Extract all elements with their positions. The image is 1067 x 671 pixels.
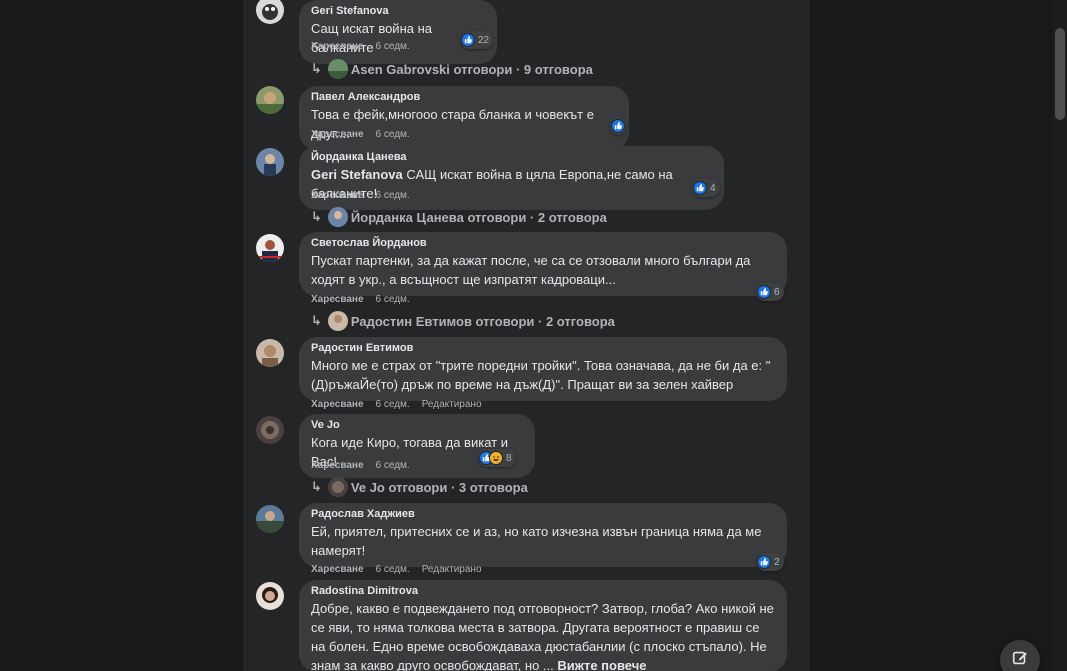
edited-label: Редактирано: [421, 564, 482, 575]
comment-meta: Харесване 6 седм.: [311, 41, 422, 52]
reactions-badge[interactable]: 22: [460, 31, 494, 49]
like-button[interactable]: Харесване: [311, 564, 364, 575]
comment-bubble: Radostina Dimitrova Добре, какво е подве…: [299, 580, 787, 671]
reply-avatar: [327, 477, 348, 497]
comment-author[interactable]: Йорданка Цанева: [311, 150, 712, 165]
like-button[interactable]: Харесване: [311, 399, 364, 410]
avatar[interactable]: [256, 505, 284, 533]
like-reaction-icon: [757, 285, 771, 299]
reply-arrow-icon: ↳: [311, 61, 322, 76]
reply-arrow-icon: ↳: [311, 209, 322, 224]
avatar[interactable]: [256, 582, 284, 610]
comment-meta: Харесване 6 седм.: [311, 294, 422, 305]
timestamp[interactable]: 6 седм.: [376, 41, 410, 52]
comment-bubble: Павел Александров Това е фейк,многооо ст…: [299, 86, 629, 150]
avatar[interactable]: [256, 234, 284, 262]
like-reaction-icon: [611, 119, 625, 133]
replies-link[interactable]: ↳ Йорданка Цанева отговори · 2 отговора: [311, 207, 607, 227]
replies-link[interactable]: ↳ Ve Jo отговори · 3 отговора: [311, 477, 528, 497]
comment-bubble: Светослав Йорданов Пускат партенки, за д…: [299, 232, 787, 296]
reactions-badge[interactable]: 6: [756, 283, 784, 301]
like-reaction-icon: [757, 555, 771, 569]
comment-text: Ей, приятел, притесних се и аз, но като …: [311, 524, 762, 558]
reply-avatar: [327, 59, 348, 79]
reaction-count: 6: [774, 286, 780, 298]
reaction-count: 4: [710, 182, 716, 194]
comment-author[interactable]: Светослав Йорданов: [311, 236, 775, 251]
comment-meta: Харесване 6 седм. Редактирано: [311, 399, 482, 410]
reactions-badge[interactable]: 4: [692, 179, 720, 197]
avatar[interactable]: [256, 416, 284, 444]
timestamp[interactable]: 6 седм.: [376, 399, 410, 410]
comment-author[interactable]: Radostina Dimitrova: [311, 584, 775, 599]
new-message-button[interactable]: [1000, 640, 1040, 671]
replies-link[interactable]: ↳ Радостин Евтимов отговори · 2 отговора: [311, 311, 615, 331]
replies-label: Asen Gabrovski отговори · 9 отговора: [350, 61, 593, 77]
reactions-badge[interactable]: [610, 117, 626, 135]
timestamp[interactable]: 6 седм.: [376, 564, 410, 575]
like-reaction-icon: [693, 181, 707, 195]
like-button[interactable]: Харесване: [311, 129, 364, 140]
comment-meta: Харесване 6 седм.: [311, 129, 422, 140]
see-more-link[interactable]: Вижте повече: [557, 658, 646, 671]
edited-label: Редактирано: [421, 399, 482, 410]
like-button[interactable]: Харесване: [311, 460, 364, 471]
comment-meta: Харесване 6 седм.: [311, 190, 422, 201]
comment-bubble: Радослав Хаджиев Ей, приятел, притесних …: [299, 503, 787, 567]
reply-arrow-icon: ↳: [311, 479, 322, 494]
like-button[interactable]: Харесване: [311, 41, 364, 52]
avatar[interactable]: [256, 0, 284, 24]
reaction-count: 2: [774, 556, 780, 568]
avatar[interactable]: [256, 339, 284, 367]
comment-author[interactable]: Павел Александров: [311, 90, 617, 105]
comment-author[interactable]: Geri Stefanova: [311, 4, 485, 19]
replies-label: Ve Jo отговори · 3 отговора: [350, 479, 528, 495]
comments-panel: Geri Stefanova Сащ искат война на балкан…: [243, 0, 810, 671]
reply-avatar: [327, 311, 348, 331]
scrollbar[interactable]: [1053, 0, 1067, 671]
avatar[interactable]: [256, 86, 284, 114]
replies-label: Радостин Евтимов отговори · 2 отговора: [350, 313, 615, 329]
like-reaction-icon: [461, 33, 475, 47]
comment-bubble: Радостин Евтимов Много ме е страх от "тр…: [299, 337, 787, 401]
timestamp[interactable]: 6 седм.: [376, 294, 410, 305]
comment-text: Пускат партенки, за да кажат после, че с…: [311, 253, 751, 287]
comment-meta: Харесване 6 седм. Редактирано: [311, 564, 482, 575]
reply-avatar: [327, 207, 348, 227]
comment-text: Много ме е страх от "трите поредни тройк…: [311, 358, 771, 392]
avatar[interactable]: [256, 148, 284, 176]
comment-author[interactable]: Радостин Евтимов: [311, 341, 775, 356]
timestamp[interactable]: 6 седм.: [376, 129, 410, 140]
scrollbar-thumb[interactable]: [1055, 28, 1065, 120]
timestamp[interactable]: 6 седм.: [376, 190, 410, 201]
reply-arrow-icon: ↳: [311, 313, 322, 328]
compose-icon: [1011, 649, 1029, 671]
reaction-count: 8: [506, 452, 512, 464]
like-button[interactable]: Харесване: [311, 294, 364, 305]
like-button[interactable]: Харесване: [311, 190, 364, 201]
replies-link[interactable]: ↳ Asen Gabrovski отговори · 9 отговора: [311, 59, 593, 79]
comment-author[interactable]: Радослав Хаджиев: [311, 507, 775, 522]
mention-link[interactable]: Geri Stefanova: [311, 167, 403, 182]
reactions-badge[interactable]: 2: [756, 553, 784, 571]
replies-label: Йорданка Цанева отговори · 2 отговора: [350, 209, 607, 225]
haha-reaction-icon: [489, 451, 503, 465]
comment-text: Добре, какво е подвеждането под отговорн…: [311, 599, 775, 671]
comment-author[interactable]: Ve Jo: [311, 418, 523, 433]
reactions-badge[interactable]: 8: [478, 449, 516, 467]
comment-text-body: Добре, какво е подвеждането под отговорн…: [311, 601, 774, 671]
reaction-count: 22: [478, 34, 490, 46]
comment-meta: Харесване 6 седм.: [311, 460, 422, 471]
timestamp[interactable]: 6 седм.: [376, 460, 410, 471]
